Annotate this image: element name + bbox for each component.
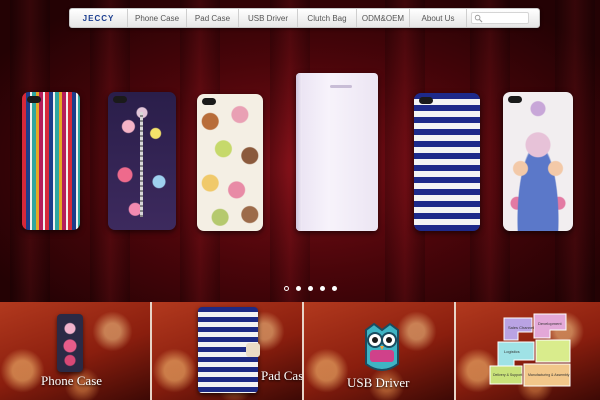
diagram-label: Logistics <box>504 349 520 354</box>
nav-item-phone-case[interactable]: Phone Case <box>128 9 187 27</box>
diagram-label: Sales Channel <box>508 325 534 330</box>
camera-cutout <box>419 97 433 104</box>
slider-dot[interactable] <box>308 286 313 291</box>
top-navigation: JECCY Phone Case Pad Case USB Driver Clu… <box>69 8 540 30</box>
phone-case-stripes-multicolor[interactable] <box>22 92 80 230</box>
brand-logo[interactable]: JECCY <box>70 9 128 27</box>
owl-usb-icon <box>365 322 399 371</box>
phone-case-jeweled[interactable] <box>503 92 573 231</box>
category-label: Pad Cas <box>261 368 304 383</box>
nav-item-clutch-bag[interactable]: Clutch Bag <box>298 9 357 27</box>
nav-item-odm-oem[interactable]: ODM&OEM <box>357 9 410 27</box>
phone-case-navy-stripes[interactable] <box>414 93 480 231</box>
category-tile-pad-case[interactable]: Pad Cas <box>152 302 304 400</box>
search-icon[interactable] <box>474 14 483 23</box>
slider-dot[interactable] <box>296 286 301 291</box>
phone-case-flip-white[interactable] <box>296 73 378 231</box>
speaker-slot <box>330 85 352 88</box>
pad-case-thumbnail <box>198 307 260 393</box>
category-label: USB Driver <box>347 375 410 390</box>
slider-pagination <box>284 286 337 291</box>
phone-case-thumbnail <box>57 314 83 372</box>
flip-spine <box>296 73 302 231</box>
nav-item-about-us[interactable]: About Us <box>410 9 467 27</box>
camera-cutout <box>27 96 41 103</box>
process-diagram-icon: Sales Channel Development Logistics Deli… <box>489 313 571 387</box>
category-tile-odm-oem[interactable]: Sales Channel Development Logistics Deli… <box>456 302 600 400</box>
camera-cutout <box>113 96 127 103</box>
phone-case-cupcakes[interactable] <box>197 94 263 231</box>
category-tile-phone-case[interactable]: Phone Case <box>0 302 152 400</box>
diagram-label: Manufacturing & Assembly <box>528 373 570 377</box>
chain-decoration <box>140 112 143 217</box>
camera-cutout <box>202 98 216 105</box>
slider-dot[interactable] <box>320 286 325 291</box>
slider-dot[interactable] <box>284 286 289 291</box>
diagram-label: Development <box>538 321 562 326</box>
phone-case-floral-chain[interactable] <box>108 92 176 230</box>
pad-clasp <box>246 343 260 357</box>
camera-cutout <box>508 96 522 103</box>
diagram-label: Delivery & Support <box>493 373 522 377</box>
slider-dot[interactable] <box>332 286 337 291</box>
category-tiles: Phone Case Pad Cas USB Driver Sales Chan… <box>0 302 600 400</box>
category-label: Phone Case <box>41 373 103 388</box>
nav-item-usb-driver[interactable]: USB Driver <box>239 9 298 27</box>
category-tile-usb-driver[interactable]: USB Driver <box>304 302 456 400</box>
search-box <box>471 12 529 30</box>
hero-banner <box>0 0 600 302</box>
nav-item-pad-case[interactable]: Pad Case <box>187 9 239 27</box>
